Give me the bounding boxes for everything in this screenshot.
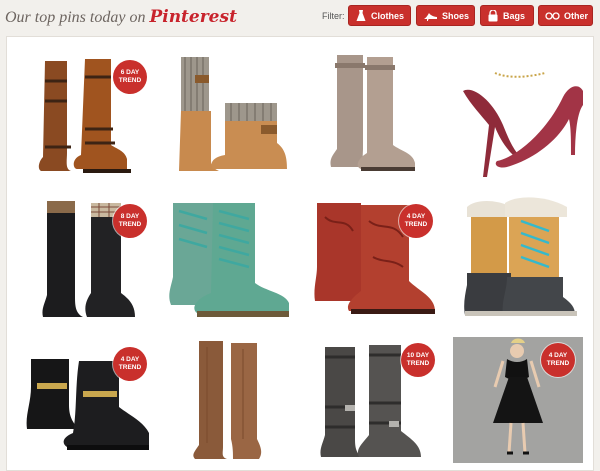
heel-shoe-icon [424, 12, 437, 21]
badge-trend: TREND [546, 360, 570, 367]
pin-card[interactable]: 4 DAY TREND [311, 197, 441, 323]
trend-badge: 10 DAY TREND [401, 343, 435, 377]
filter-other-button[interactable]: Other [538, 5, 593, 26]
pin-image [463, 72, 583, 177]
filter-bags-label: Bags [503, 10, 526, 21]
badge-trend: TREND [404, 221, 428, 228]
filter-bags-button[interactable]: Bags [480, 5, 534, 26]
page-header: Our top pins today on Pinterest Filter: C… [0, 0, 600, 34]
pin-image [179, 57, 287, 171]
pin-image [330, 55, 415, 171]
pin-card[interactable] [317, 51, 447, 177]
glasses-icon [545, 11, 560, 20]
trend-badge: 8 DAY TREND [113, 204, 147, 238]
pin-card[interactable] [167, 197, 297, 323]
trend-badge: 4 DAY TREND [541, 343, 575, 377]
pin-image [464, 197, 577, 316]
page-title: Our top pins today on Pinterest [5, 7, 237, 27]
pin-image [193, 341, 262, 459]
filter-shoes-label: Shoes [442, 10, 470, 21]
badge-trend: TREND [406, 360, 430, 367]
badge-trend: TREND [118, 364, 142, 371]
pin-card[interactable]: 6 DAY TREND [33, 51, 163, 177]
bag-icon [488, 9, 498, 21]
dress-icon [356, 10, 366, 21]
pin-card[interactable] [457, 197, 587, 323]
pinterest-logo[interactable]: Pinterest [149, 7, 236, 27]
title-text: Our top pins today on [5, 9, 146, 26]
pin-card[interactable]: 8 DAY TREND [33, 197, 163, 323]
pin-card[interactable] [173, 51, 303, 177]
pin-card[interactable]: 4 DAY TREND [23, 341, 153, 467]
badge-days: 4 DAY [548, 352, 568, 359]
pins-grid: 6 DAY TREND 8 DAY TREND 4 DAY TREND 4 DA… [6, 36, 594, 471]
badge-days: 4 DAY [120, 356, 140, 363]
filter-clothes-button[interactable]: Clothes [348, 5, 411, 26]
trend-badge: 4 DAY TREND [113, 347, 147, 381]
trend-badge: 6 DAY TREND [113, 60, 147, 94]
pin-card[interactable] [457, 51, 587, 177]
pin-card[interactable] [177, 337, 307, 463]
trend-badge: 4 DAY TREND [399, 204, 433, 238]
badge-trend: TREND [118, 221, 142, 228]
badge-days: 8 DAY [120, 213, 140, 220]
badge-days: 4 DAY [406, 213, 426, 220]
filter-shoes-button[interactable]: Shoes [416, 5, 475, 26]
badge-days: 10 DAY [406, 352, 430, 359]
filter-clothes-label: Clothes [371, 10, 405, 21]
pin-card[interactable]: 4 DAY TREND [453, 337, 583, 463]
filter-label: Filter: [322, 11, 345, 21]
badge-days: 6 DAY [120, 69, 140, 76]
pin-card[interactable]: 10 DAY TREND [315, 337, 445, 463]
pin-image [169, 203, 289, 317]
badge-trend: TREND [118, 77, 142, 84]
filter-other-label: Other [564, 10, 589, 21]
